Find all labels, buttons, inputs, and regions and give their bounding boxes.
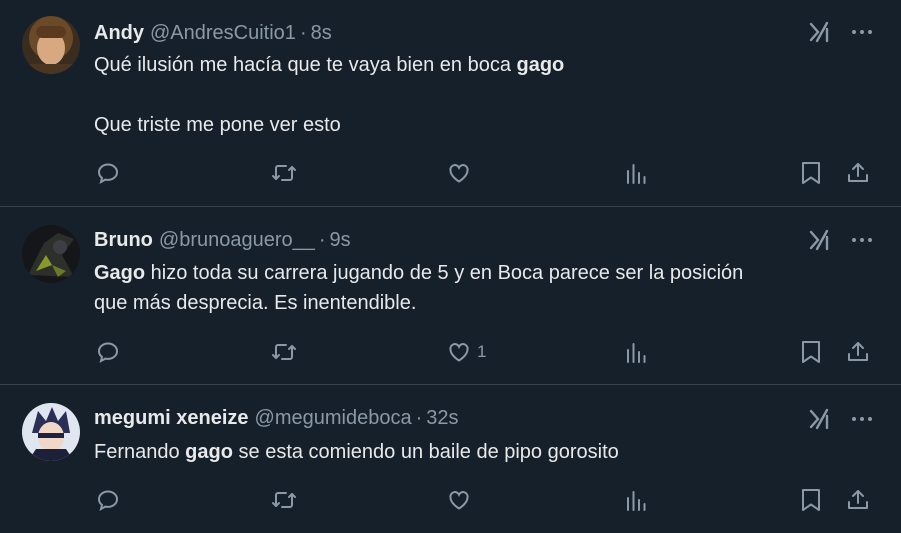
reply-icon [97,342,119,363]
views-button[interactable] [625,337,647,367]
views-button[interactable] [625,158,647,188]
share-button[interactable] [846,158,870,188]
retweet-icon [272,165,296,181]
like-icon [449,164,469,183]
timestamp[interactable]: 32s [426,407,458,429]
text-segment: se esta comiendo un baile de pipo gorosi… [232,441,619,463]
tweet[interactable]: Andy @AndresCuitio1 · 8s Qué ilusión me hac… [0,0,901,206]
avatar[interactable] [22,16,80,74]
author-name[interactable]: Bruno [94,229,153,251]
reply-button[interactable] [96,485,120,515]
views-icon [627,164,646,184]
views-icon [627,343,646,363]
tweet-text: Qué ilusión me hacía que te vaya bien en… [94,50,854,140]
separator: · [415,407,423,429]
tweet-top-actions [807,407,873,431]
retweet-icon [272,492,296,508]
more-icon[interactable] [851,228,873,257]
tweet-text: Gago hizo toda su carrera jugando de 5 y… [94,258,854,318]
retweet-icon [272,344,296,360]
separator: · [318,229,326,251]
tweet-header: megumi xeneize @megumideboca · 32s [94,406,459,430]
like-icon [449,491,469,510]
keyword-highlight: Gago [94,262,146,284]
keyword-highlight: gago [516,54,565,76]
avatar[interactable] [22,225,80,283]
share-icon [848,490,868,509]
grok-icon[interactable] [807,20,831,49]
views-icon [627,491,646,511]
bookmark-button[interactable] [800,485,822,515]
tweet-actions: 1 [0,337,901,367]
author-handle[interactable]: @megumideboca [255,407,412,429]
reply-icon [97,163,119,184]
avatar[interactable] [22,403,80,461]
text-segment: Que triste me pone ver esto [94,114,341,136]
tweet-header: Bruno @brunoaguero__ · 9s [94,228,351,252]
timestamp[interactable]: 9s [330,229,351,251]
timestamp[interactable]: 8s [311,22,332,44]
text-segment: Fernando [94,441,186,463]
bookmark-icon [802,341,820,363]
tweet[interactable]: Bruno @brunoaguero__ · 9s Gago hizo toda su… [0,207,901,384]
more-icon[interactable] [851,20,873,49]
text-segment: hizo toda su carrera jugando de 5 y en B… [94,262,744,314]
bookmark-button[interactable] [800,158,822,188]
views-button[interactable] [625,485,647,515]
tweet-actions [0,158,901,188]
like-icon [449,343,469,362]
tweet-top-actions [807,20,873,44]
reply-button[interactable] [96,158,120,188]
keyword-highlight: gago [185,441,233,463]
tweet-top-actions [807,228,873,252]
tweet-text: Fernando gago se esta comiendo un baile … [94,437,854,467]
author-name[interactable]: Andy [94,22,144,44]
author-handle[interactable]: @brunoaguero__ [159,229,315,251]
like-button[interactable]: 1 [447,337,486,367]
like-button[interactable] [447,158,477,188]
like-count: 1 [477,342,487,361]
tweet[interactable]: megumi xeneize @megumideboca · 32s Fernando… [0,385,901,533]
like-button[interactable] [447,485,477,515]
bookmark-icon [802,489,820,511]
reply-icon [97,490,119,511]
author-handle[interactable]: @AndresCuitio1 [150,22,296,44]
bookmark-icon [802,162,820,184]
share-icon [848,163,868,182]
retweet-button[interactable] [271,485,297,515]
retweet-button[interactable] [271,158,297,188]
share-icon [848,342,868,361]
more-icon[interactable] [851,407,873,436]
text-segment: Qué ilusión me hacía que te vaya bien en… [94,54,517,76]
share-button[interactable] [846,337,870,367]
separator: · [299,22,307,44]
author-name[interactable]: megumi xeneize [94,407,249,429]
share-button[interactable] [846,485,870,515]
retweet-button[interactable] [271,337,297,367]
tweet-actions [0,485,901,515]
grok-icon[interactable] [807,228,831,257]
tweet-feed: Andy @AndresCuitio1 · 8s Qué ilusión me hac… [0,0,901,533]
reply-button[interactable] [96,337,120,367]
bookmark-button[interactable] [800,337,822,367]
grok-icon[interactable] [807,407,831,436]
tweet-header: Andy @AndresCuitio1 · 8s [94,21,332,45]
